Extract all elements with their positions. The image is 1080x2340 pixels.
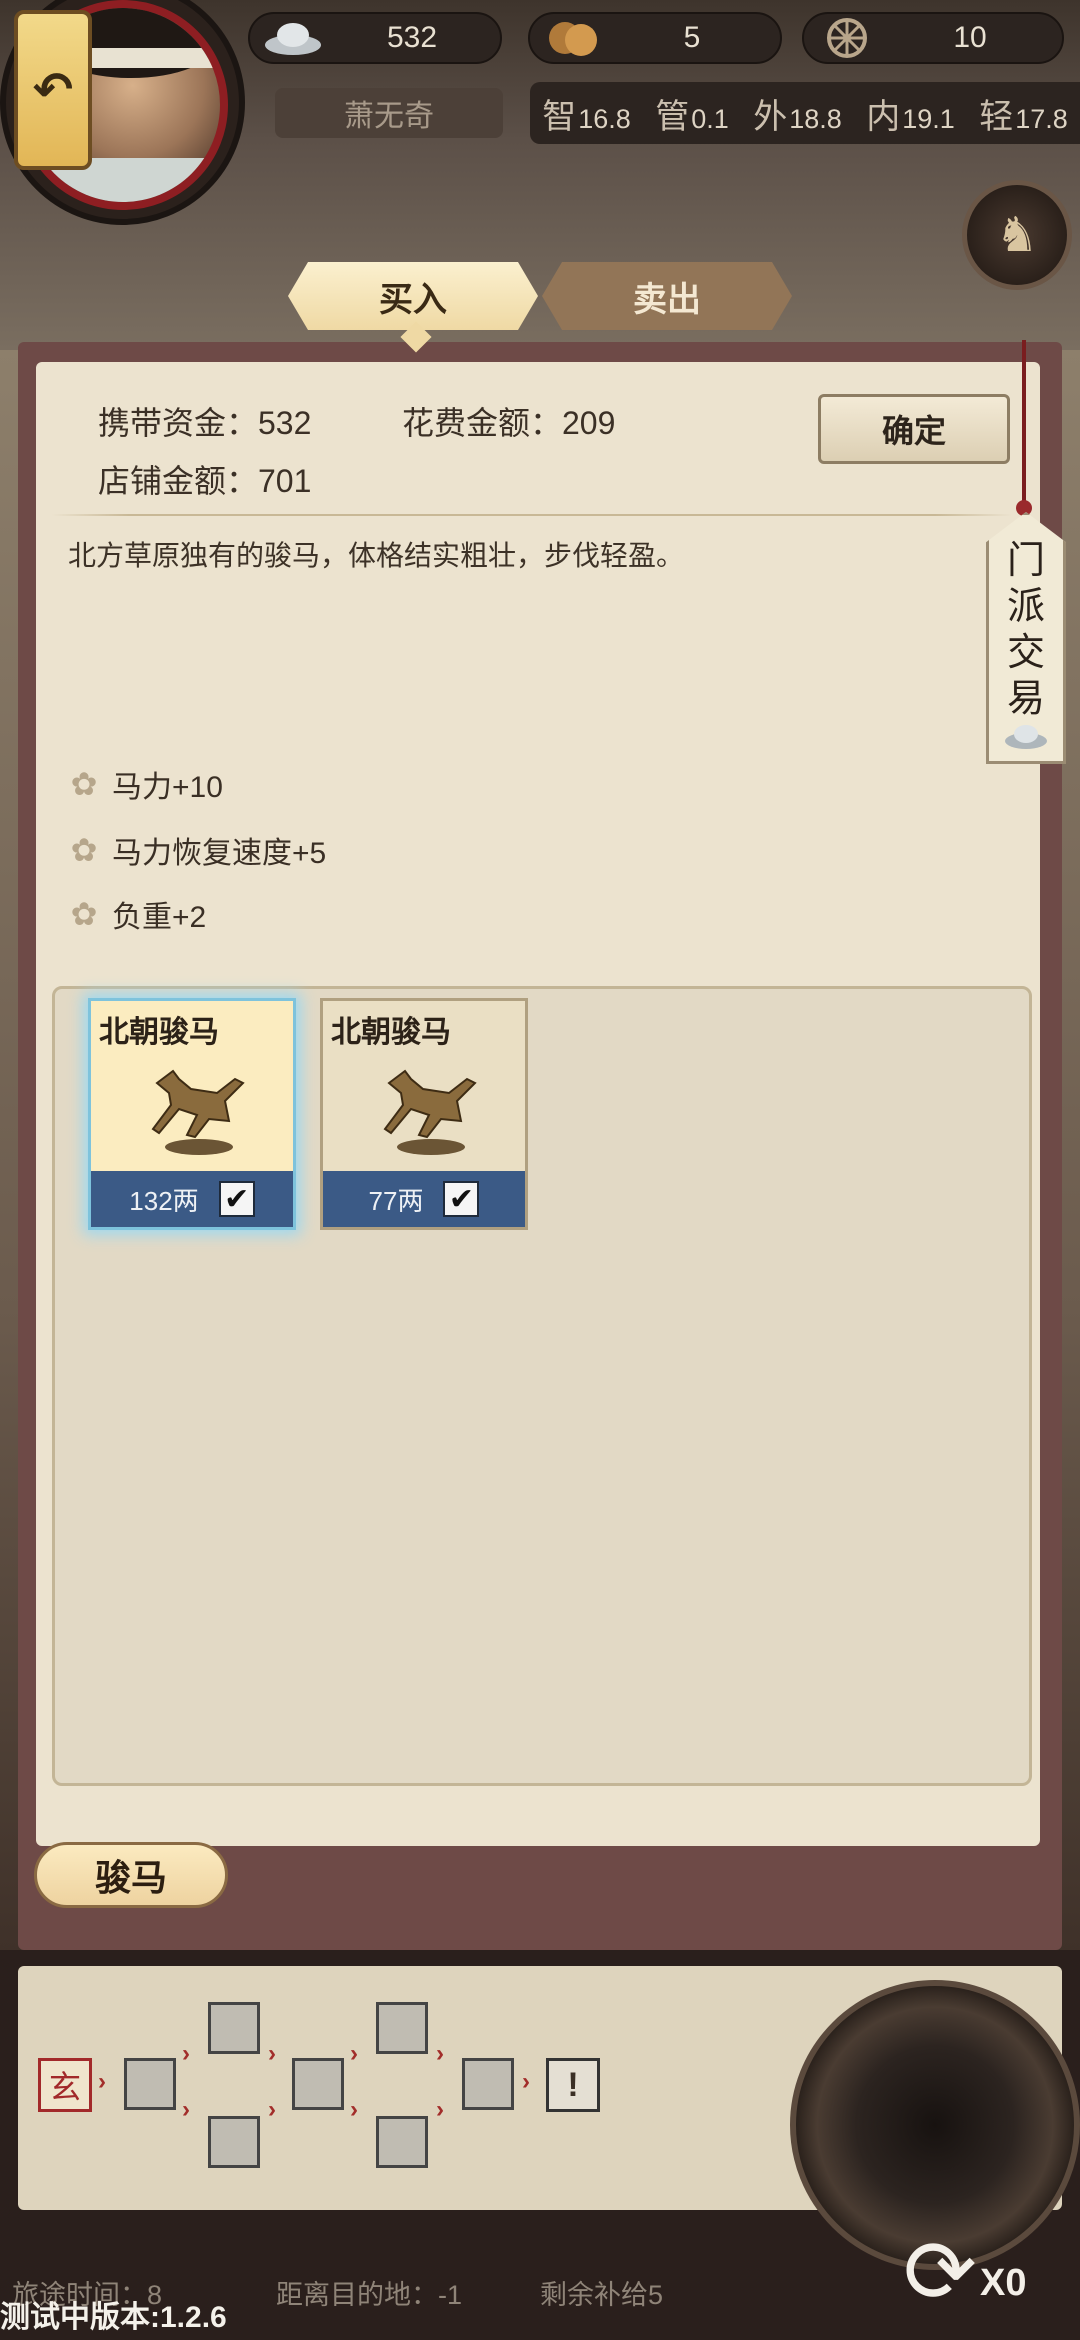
route-arrow-icon: › bbox=[350, 2040, 358, 2067]
tag-string bbox=[1022, 340, 1026, 510]
route-node bbox=[124, 2058, 176, 2110]
attribute-text: 马力+10 bbox=[112, 771, 223, 804]
route-arrow-icon: › bbox=[182, 2096, 190, 2123]
horse-statue-icon bbox=[383, 1069, 477, 1155]
player-name: 萧无奇 bbox=[275, 88, 503, 138]
route-node bbox=[376, 2116, 428, 2168]
divider bbox=[52, 514, 1012, 516]
coins-value: 5 bbox=[683, 21, 701, 54]
resource-wheel: 10 bbox=[802, 12, 1064, 64]
carry-funds: 携带资金：532 bbox=[98, 405, 312, 441]
start-seal: 玄 bbox=[38, 2058, 92, 2112]
item-name: 北朝骏马 bbox=[331, 1016, 451, 1049]
horse-menu-button[interactable]: ♞ bbox=[962, 180, 1072, 290]
wheel-icon bbox=[816, 18, 878, 58]
tab-buy[interactable]: 买入 bbox=[288, 262, 538, 330]
route-arrow-icon: › bbox=[268, 2040, 276, 2067]
silver-ingot-icon bbox=[1005, 725, 1047, 749]
stat-internal: 内19.1 bbox=[866, 96, 955, 137]
copper-coins-icon bbox=[542, 18, 604, 58]
item-card[interactable]: 北朝骏马 132两 ✔ bbox=[88, 998, 296, 1230]
item-name: 北朝骏马 bbox=[99, 1016, 219, 1049]
route-node bbox=[462, 2058, 514, 2110]
confirm-button[interactable]: 确定 bbox=[818, 394, 1010, 464]
route-arrow-icon: › bbox=[436, 2096, 444, 2123]
route-arrow-icon: › bbox=[522, 2068, 530, 2095]
item-price: 77两 bbox=[368, 1185, 424, 1216]
stat-external: 外18.8 bbox=[753, 96, 842, 137]
route-node bbox=[208, 2002, 260, 2054]
route-arrow-icon: › bbox=[350, 2096, 358, 2123]
horse-head-icon: ♞ bbox=[995, 209, 1039, 262]
route-node bbox=[208, 2116, 260, 2168]
horse-statue-icon bbox=[151, 1069, 245, 1155]
item-description: 北方草原独有的骏马，体格结实粗壮，步伐轻盈。 bbox=[68, 540, 685, 571]
wheel-value: 10 bbox=[953, 21, 987, 54]
route-arrow-icon: › bbox=[182, 2040, 190, 2067]
price-bar: 132两 ✔ bbox=[91, 1171, 293, 1227]
price-bar: 77两 ✔ bbox=[323, 1171, 525, 1227]
attribute-row: ✿ 马力恢复速度+5 bbox=[66, 828, 327, 872]
resource-silver: 532 bbox=[248, 12, 502, 64]
back-button[interactable]: ↶ bbox=[14, 10, 92, 170]
flower-bullet-icon: ✿ bbox=[70, 766, 98, 802]
route-node bbox=[292, 2058, 344, 2110]
remaining-supplies: 剩余补给5 bbox=[540, 2279, 664, 2310]
stat-wisdom: 智16.8 bbox=[542, 96, 631, 137]
stats-bar: 智16.8 管0.1 外18.8 内19.1 轻17.8 bbox=[530, 82, 1080, 144]
flower-bullet-icon: ✿ bbox=[70, 896, 98, 932]
category-horse-button[interactable]: 骏马 bbox=[34, 1842, 228, 1908]
sect-trade-tag[interactable]: 门 派 交 易 bbox=[986, 512, 1066, 764]
destination-node: ! bbox=[546, 2058, 600, 2112]
resource-coins: 5 bbox=[528, 12, 782, 64]
route-arrow-icon: › bbox=[268, 2096, 276, 2123]
distance-to-destination: 距离目的地：-1 bbox=[276, 2279, 463, 2310]
select-checkbox[interactable]: ✔ bbox=[443, 1181, 480, 1217]
tab-sell[interactable]: 卖出 bbox=[542, 262, 792, 330]
route-arrow-icon: › bbox=[436, 2040, 444, 2067]
undo-arrow-icon: ↶ bbox=[32, 64, 74, 117]
route-node bbox=[376, 2002, 428, 2054]
attribute-row: ✿ 马力+10 bbox=[66, 762, 223, 806]
select-checkbox[interactable]: ✔ bbox=[218, 1181, 255, 1217]
item-card[interactable]: 北朝骏马 77两 ✔ bbox=[320, 998, 528, 1230]
attribute-text: 负重+2 bbox=[112, 901, 207, 934]
flower-bullet-icon: ✿ bbox=[70, 832, 98, 868]
attribute-text: 马力恢复速度+5 bbox=[112, 837, 327, 870]
version-label: 测试中版本:1.2.6 bbox=[0, 2301, 227, 2334]
silver-ingot-icon bbox=[262, 18, 324, 58]
silver-value: 532 bbox=[386, 21, 438, 54]
stat-agility: 轻17.8 bbox=[979, 96, 1068, 137]
refresh-count: X0 bbox=[980, 2262, 1027, 2304]
attribute-row: ✿ 负重+2 bbox=[66, 892, 207, 936]
stat-management: 管0.1 bbox=[655, 96, 729, 137]
cost-amount: 花费金额：209 bbox=[402, 405, 616, 441]
route-arrow-icon: › bbox=[98, 2068, 106, 2095]
shop-amount: 店铺金额：701 bbox=[98, 463, 312, 499]
item-price: 132两 bbox=[129, 1185, 199, 1216]
